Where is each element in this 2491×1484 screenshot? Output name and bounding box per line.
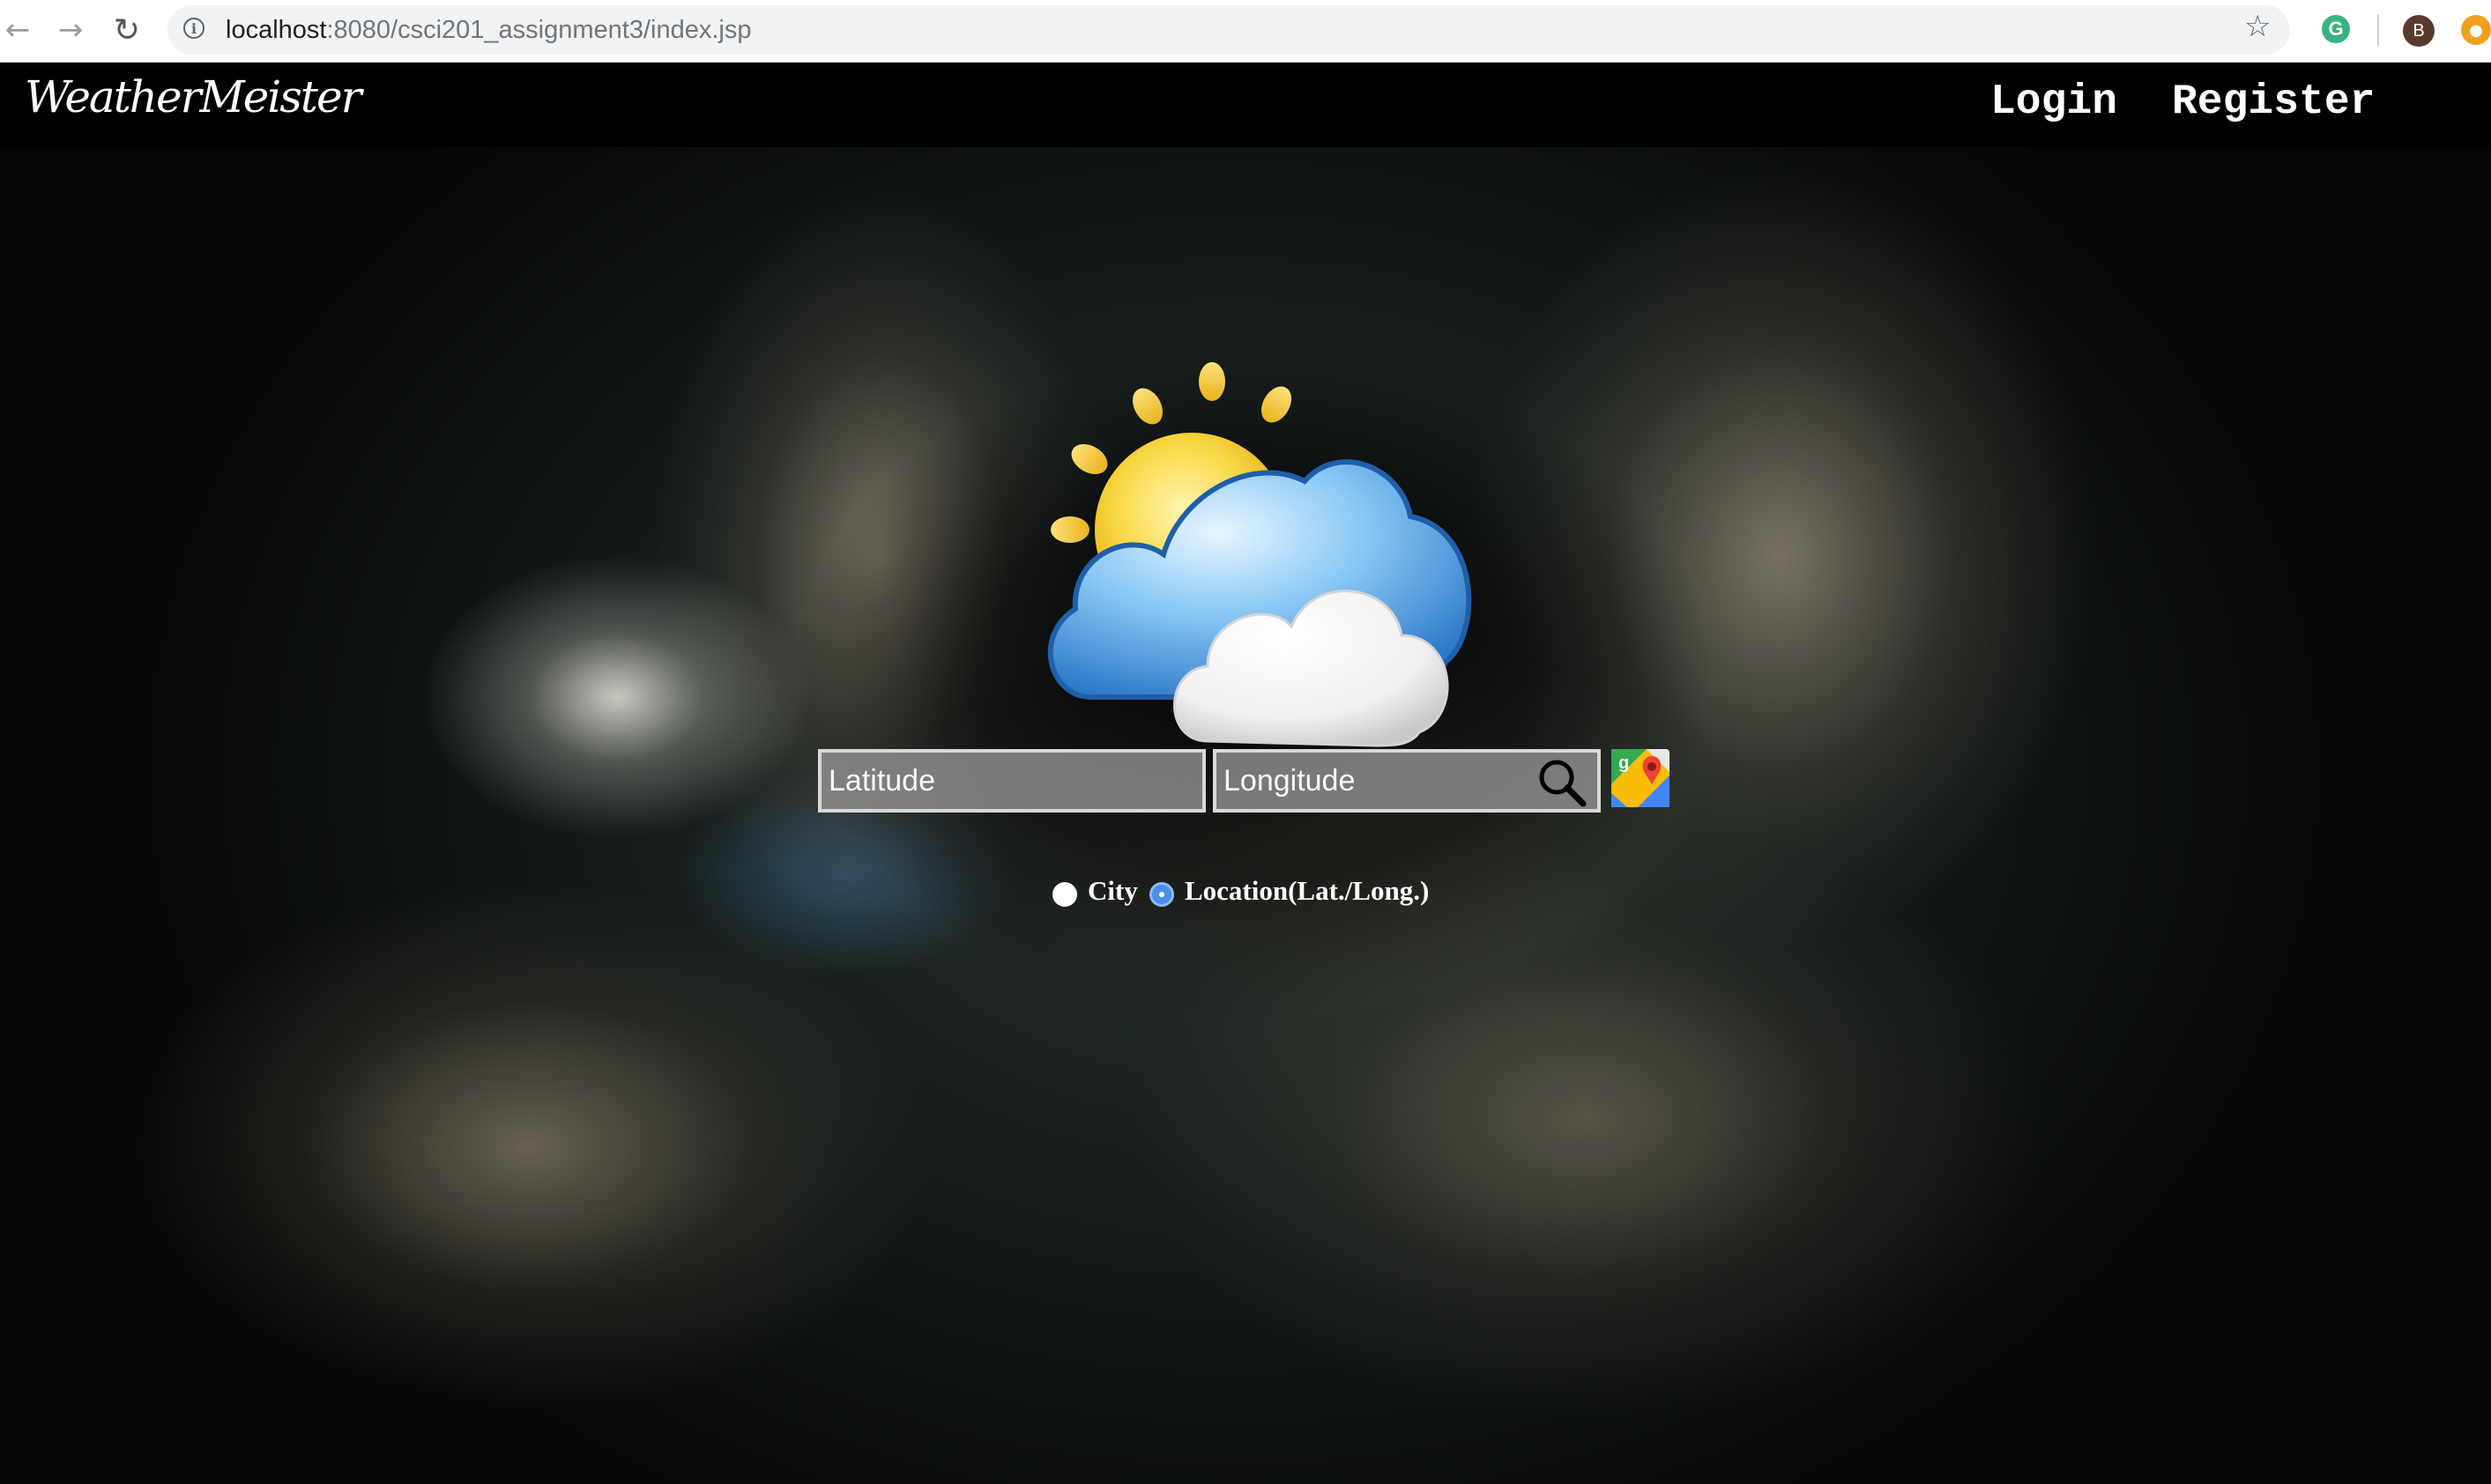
- browser-toolbar: ← → ↻ i localhost:8080/csci201_assignmen…: [0, 0, 2491, 63]
- bookmark-star-icon[interactable]: ☆: [2244, 9, 2271, 44]
- info-icon[interactable]: i: [183, 18, 204, 39]
- location-radio[interactable]: [1149, 882, 1174, 907]
- google-maps-icon[interactable]: g: [1611, 749, 1669, 807]
- address-bar[interactable]: i localhost:8080/csci201_assignment3/ind…: [167, 5, 2290, 55]
- back-arrow-icon[interactable]: ←: [0, 12, 35, 48]
- latitude-input[interactable]: [818, 749, 1206, 812]
- profile-avatar[interactable]: B: [2403, 15, 2435, 47]
- url-text[interactable]: localhost:8080/csci201_assignment3/index…: [226, 16, 752, 45]
- extension-icon[interactable]: ●: [2461, 15, 2491, 45]
- magnifier-icon[interactable]: [1535, 756, 1588, 809]
- toolbar-divider: [2377, 14, 2379, 46]
- svg-text:g: g: [1618, 753, 1629, 773]
- url-host: localhost: [226, 16, 327, 44]
- top-navbar: WeatherMeister Login Register: [0, 63, 2491, 147]
- site-logo[interactable]: WeatherMeister: [25, 71, 362, 122]
- location-radio-label[interactable]: Location(Lat./Long.): [1185, 875, 1429, 907]
- url-path: :8080/csci201_assignment3/index.jsp: [326, 16, 752, 44]
- city-radio[interactable]: [1052, 882, 1077, 907]
- reload-icon[interactable]: ↻: [109, 12, 145, 48]
- grammarly-extension-icon[interactable]: G: [2322, 15, 2350, 43]
- login-link[interactable]: Login: [1990, 78, 2117, 126]
- forward-arrow-icon[interactable]: →: [53, 12, 88, 48]
- partly-cloudy-icon: [1047, 362, 1472, 747]
- page-background: WeatherMeister Login Register Latitude L…: [0, 63, 2491, 1484]
- register-link[interactable]: Register: [2172, 78, 2375, 126]
- city-radio-label[interactable]: City: [1088, 875, 1138, 907]
